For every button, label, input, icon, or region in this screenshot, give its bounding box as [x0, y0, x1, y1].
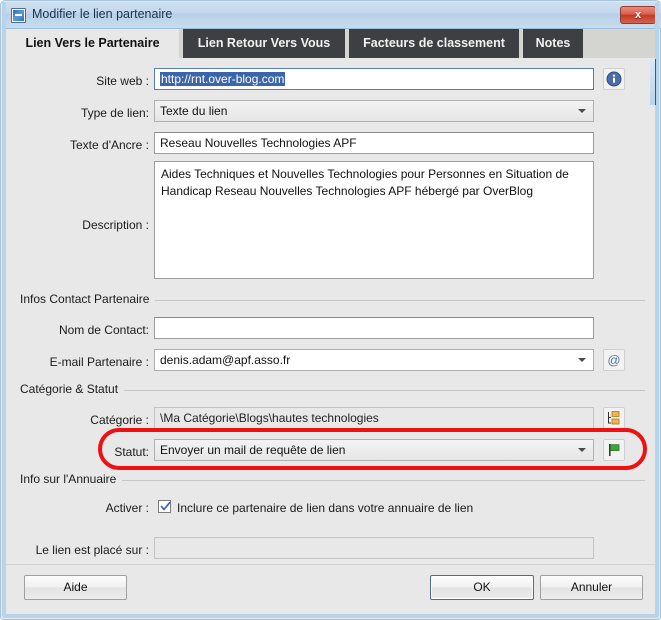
- tab-panel-lien-vers-le-partenaire: Site web : http://rnt.over-blog.com Type…: [6, 58, 657, 616]
- green-flag-icon: [609, 444, 620, 456]
- statut-select[interactable]: Envoyer un mail de requête de lien: [154, 439, 594, 461]
- group-title: Infos Contact Partenaire: [20, 292, 156, 306]
- statut-label: Statut:: [114, 445, 149, 459]
- group-categorie-statut: Catégorie & Statut: [20, 382, 645, 396]
- tab-lien-vers-le-partenaire[interactable]: Lien Vers le Partenaire: [6, 29, 181, 58]
- type-de-lien-value: Texte du lien: [160, 104, 228, 118]
- close-button[interactable]: x: [620, 6, 656, 24]
- categorie-input[interactable]: \Ma Catégorie\Blogs\hautes technologies: [154, 407, 594, 429]
- tab-label: Notes: [535, 36, 571, 50]
- site-web-label: Site web :: [96, 74, 149, 88]
- texte-ancre-input[interactable]: Reseau Nouvelles Technologies APF: [154, 132, 594, 154]
- description-label: Description :: [82, 218, 149, 232]
- window-edge-accent: [650, 59, 656, 105]
- annuler-button[interactable]: Annuler: [540, 575, 643, 600]
- folder-tree-icon: [608, 411, 620, 425]
- group-title: Catégorie & Statut: [20, 382, 125, 396]
- nom-de-contact-input[interactable]: [154, 317, 594, 339]
- group-title: Info sur l'Annuaire: [20, 472, 123, 486]
- texte-ancre-label: Texte d'Ancre :: [70, 138, 149, 152]
- activer-label: Activer :: [105, 501, 149, 515]
- statut-flag-button[interactable]: [603, 439, 625, 461]
- title-bar: Modifier le lien partenaire x: [2, 2, 661, 29]
- categorie-browse-button[interactable]: [603, 407, 625, 429]
- tab-notes[interactable]: Notes: [523, 29, 585, 58]
- email-partenaire-select[interactable]: denis.adam@apf.asso.fr: [154, 349, 594, 371]
- chevron-down-icon: [578, 109, 586, 113]
- type-de-lien-label: Type de lien:: [80, 106, 149, 120]
- chevron-down-icon: [578, 448, 586, 452]
- dialog-footer: Aide OK Annuler: [6, 564, 657, 617]
- categorie-label: Catégorie :: [90, 413, 149, 427]
- activer-checkbox-label[interactable]: Inclure ce partenaire de lien dans votre…: [177, 501, 473, 515]
- svg-text:@: @: [607, 353, 620, 368]
- lien-place-sur-input[interactable]: [154, 537, 594, 559]
- texte-ancre-value: Reseau Nouvelles Technologies APF: [160, 136, 357, 150]
- group-info-annuaire: Info sur l'Annuaire: [20, 472, 645, 486]
- categorie-value: \Ma Catégorie\Blogs\hautes technologies: [160, 411, 379, 425]
- email-partenaire-value: denis.adam@apf.asso.fr: [160, 353, 291, 367]
- ok-button[interactable]: OK: [430, 575, 534, 600]
- nom-de-contact-label: Nom de Contact:: [58, 323, 149, 337]
- email-icon-button[interactable]: @: [603, 349, 625, 371]
- description-textarea[interactable]: Aides Techniques et Nouvelles Technologi…: [154, 161, 594, 279]
- tab-label: Lien Vers le Partenaire: [25, 36, 160, 50]
- email-partenaire-label: E-mail Partenaire :: [49, 355, 149, 369]
- check-icon: [160, 501, 171, 511]
- group-infos-contact: Infos Contact Partenaire: [20, 292, 645, 306]
- dialog-window: Modifier le lien partenaire x Lien Vers …: [0, 0, 661, 620]
- activer-checkbox[interactable]: [158, 500, 171, 513]
- tab-bar: Lien Vers le Partenaire Lien Retour Vers…: [6, 29, 657, 58]
- description-value: Aides Techniques et Nouvelles Technologi…: [161, 167, 569, 198]
- info-icon: [606, 71, 622, 87]
- lien-place-sur-label: Le lien est placé sur :: [35, 543, 149, 557]
- site-web-input[interactable]: http://rnt.over-blog.com: [154, 68, 594, 90]
- info-icon-button[interactable]: [603, 68, 625, 90]
- app-window-icon: [11, 8, 26, 23]
- type-de-lien-select[interactable]: Texte du lien: [154, 100, 594, 122]
- tab-label: Lien Retour Vers Vous: [197, 36, 331, 50]
- tab-facteurs-de-classement[interactable]: Facteurs de classement: [349, 29, 521, 58]
- chevron-down-icon: [578, 358, 586, 362]
- aide-button[interactable]: Aide: [24, 575, 127, 600]
- tab-label: Facteurs de classement: [363, 36, 505, 50]
- window-title: Modifier le lien partenaire: [32, 7, 173, 21]
- tab-lien-retour-vers-vous[interactable]: Lien Retour Vers Vous: [183, 29, 347, 58]
- close-icon: x: [634, 9, 642, 21]
- statut-value: Envoyer un mail de requête de lien: [160, 443, 346, 457]
- at-sign-icon: @: [607, 353, 620, 368]
- site-web-value: http://rnt.over-blog.com: [160, 72, 286, 86]
